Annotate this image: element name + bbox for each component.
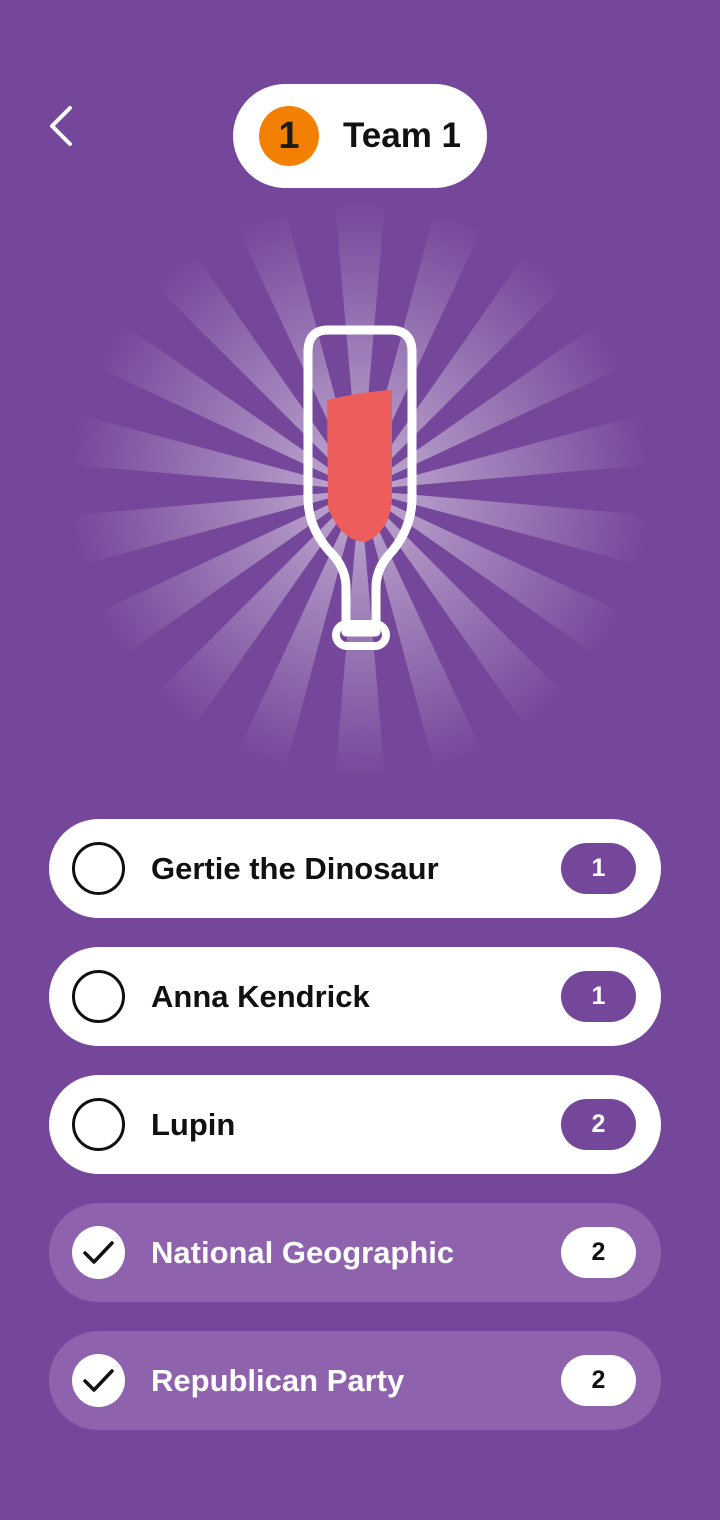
answer-label: Lupin	[151, 1107, 236, 1142]
answer-option[interactable]: National Geographic 2	[49, 1203, 661, 1302]
bottle-icon	[303, 325, 417, 650]
radio-circle-icon[interactable]	[72, 842, 125, 895]
answer-option[interactable]: Gertie the Dinosaur 1	[49, 819, 661, 918]
back-button[interactable]	[34, 96, 90, 156]
radio-circle-icon[interactable]	[72, 1098, 125, 1151]
answer-label: Gertie the Dinosaur	[151, 851, 439, 886]
team-indicator: 1 Team 1	[233, 84, 487, 188]
checkmark-circle-icon[interactable]	[72, 1226, 125, 1279]
radio-circle-icon[interactable]	[72, 970, 125, 1023]
answer-count-badge: 2	[561, 1099, 636, 1150]
answer-count-badge: 1	[561, 843, 636, 894]
answer-option[interactable]: Republican Party 2	[49, 1331, 661, 1430]
answer-count-badge: 2	[561, 1227, 636, 1278]
answer-count-badge: 2	[561, 1355, 636, 1406]
answer-options: Gertie the Dinosaur 1 Anna Kendrick 1 Lu…	[49, 819, 661, 1459]
answer-label: Republican Party	[151, 1363, 405, 1398]
answer-label: National Geographic	[151, 1235, 455, 1270]
liquid-fill	[327, 390, 392, 542]
team-name: Team 1	[343, 116, 462, 155]
chevron-left-icon	[50, 106, 72, 146]
answer-label: Anna Kendrick	[151, 979, 370, 1014]
hero-illustration	[61, 190, 659, 790]
team-number-badge: 1	[259, 106, 319, 166]
answer-option[interactable]: Anna Kendrick 1	[49, 947, 661, 1046]
answer-option[interactable]: Lupin 2	[49, 1075, 661, 1174]
answer-count-badge: 1	[561, 971, 636, 1022]
checkmark-circle-icon[interactable]	[72, 1354, 125, 1407]
